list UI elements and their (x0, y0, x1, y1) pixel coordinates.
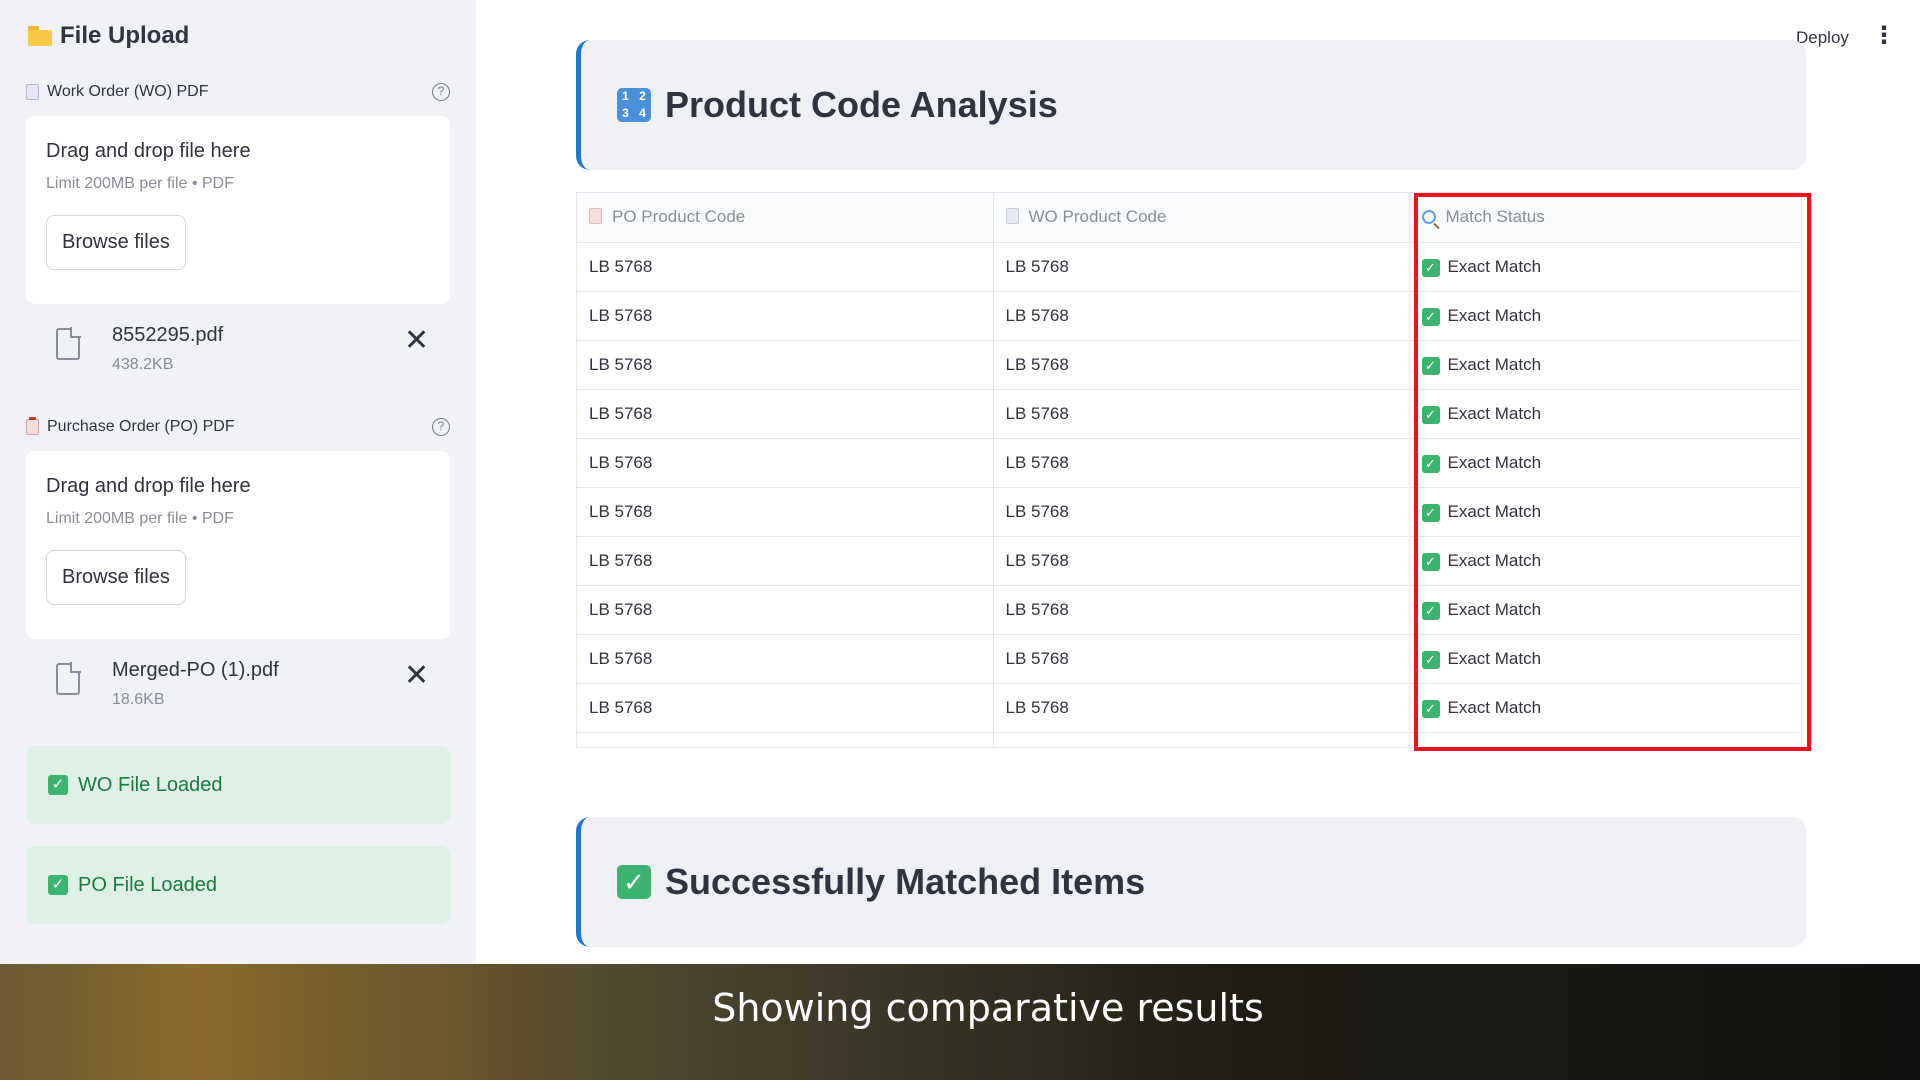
wo-code-cell[interactable]: LB 5768 (993, 389, 1410, 439)
wo-drop-limit: Limit 200MB per file • PDF (46, 175, 234, 192)
deploy-button[interactable]: Deploy (1796, 28, 1849, 48)
sidebar-title-text: File Upload (60, 22, 190, 49)
file-icon (56, 662, 81, 695)
check-icon: ✓ (48, 775, 68, 795)
wo-uploader: Work Order (WO) PDF ? Drag and drop file… (26, 80, 450, 394)
matched-header: ✓ Successfully Matched Items (576, 817, 1806, 947)
help-icon[interactable]: ? (432, 418, 450, 436)
sidebar-title: File Upload (28, 22, 189, 50)
po-code-cell[interactable]: LB 5768 (577, 536, 994, 586)
po-code-cell[interactable]: LB 5768 (577, 683, 994, 733)
wo-loaded-alert: ✓ WO File Loaded (26, 746, 450, 824)
po-remove-file-close-icon[interactable]: ✕ (404, 661, 429, 691)
wo-drop-title: Drag and drop file here (46, 140, 251, 162)
po-label: Purchase Order (PO) PDF ? (26, 415, 450, 439)
po-code-cell[interactable]: LB 5768 (577, 585, 994, 635)
wo-dropzone[interactable]: Drag and drop file here Limit 200MB per … (26, 116, 450, 304)
po-dropzone[interactable]: Drag and drop file here Limit 200MB per … (26, 451, 450, 639)
wo-code-cell[interactable]: LB 5768 (993, 585, 1410, 635)
document-icon (1005, 208, 1019, 225)
check-icon: ✓ (617, 865, 651, 899)
po-code-cell[interactable]: LB 5768 (577, 634, 994, 684)
analysis-header: 1 2 3 4 Product Code Analysis (576, 40, 1806, 170)
check-icon: ✓ (48, 875, 68, 895)
wo-uploaded-file: 8552295.pdf 438.2KB ✕ (26, 304, 450, 394)
sidebar: File Upload Work Order (WO) PDF ? Drag a… (0, 0, 476, 964)
wo-file-size: 438.2KB (112, 356, 174, 373)
po-code-cell[interactable]: LB 5768 (577, 242, 994, 292)
po-code-cell[interactable]: LB 5768 (577, 438, 994, 488)
wo-code-cell[interactable] (993, 732, 1410, 747)
po-drop-limit: Limit 200MB per file • PDF (46, 510, 234, 527)
analysis-title: Product Code Analysis (665, 84, 1058, 125)
po-uploaded-file: Merged-PO (1).pdf 18.6KB ✕ (26, 639, 450, 729)
column-header-po[interactable]: PO Product Code (577, 193, 994, 243)
matched-title: Successfully Matched Items (665, 861, 1146, 902)
wo-code-cell[interactable]: LB 5768 (993, 291, 1410, 341)
wo-code-cell[interactable]: LB 5768 (993, 340, 1410, 390)
po-browse-button[interactable]: Browse files (46, 550, 186, 605)
numbers-icon: 1 2 3 4 (617, 88, 651, 122)
help-icon[interactable]: ? (432, 83, 450, 101)
folder-icon (28, 26, 52, 46)
po-code-cell[interactable]: LB 5768 (577, 487, 994, 537)
wo-file-name: 8552295.pdf (112, 324, 224, 346)
wo-code-cell[interactable]: LB 5768 (993, 438, 1410, 488)
po-uploader: Purchase Order (PO) PDF ? Drag and drop … (26, 415, 450, 729)
po-loaded-alert: ✓ PO File Loaded (26, 846, 450, 924)
po-label-text: Purchase Order (PO) PDF (47, 418, 235, 435)
wo-label: Work Order (WO) PDF ? (26, 80, 450, 104)
wo-label-text: Work Order (WO) PDF (47, 83, 209, 100)
numbers-icon-digit: 1 (622, 89, 629, 103)
column-header-wo[interactable]: WO Product Code (993, 193, 1410, 243)
po-code-cell[interactable]: LB 5768 (577, 291, 994, 341)
wo-code-cell[interactable]: LB 5768 (993, 242, 1410, 292)
wo-browse-button[interactable]: Browse files (46, 215, 186, 270)
clipboard-icon (26, 417, 39, 435)
document-icon (26, 84, 39, 100)
po-file-size: 18.6KB (112, 691, 165, 708)
po-code-cell[interactable]: LB 5768 (577, 389, 994, 439)
wo-loaded-text: WO File Loaded (78, 773, 223, 796)
numbers-icon-digit: 3 (622, 106, 629, 120)
po-code-cell[interactable]: LB 5768 (577, 340, 994, 390)
po-file-name: Merged-PO (1).pdf (112, 659, 279, 681)
wo-code-cell[interactable]: LB 5768 (993, 683, 1410, 733)
po-loaded-text: PO File Loaded (78, 873, 217, 896)
caption-bar: Showing comparative results (0, 964, 1920, 1080)
more-menu-icon[interactable]: ⋮ (1872, 24, 1896, 48)
numbers-icon-digit: 2 (639, 89, 646, 103)
po-drop-title: Drag and drop file here (46, 475, 251, 497)
wo-code-cell[interactable]: LB 5768 (993, 536, 1410, 586)
match-status-highlight-box (1414, 193, 1811, 751)
numbers-icon-digit: 4 (639, 106, 646, 120)
column-header-label: PO Product Code (612, 207, 746, 227)
po-code-cell[interactable] (577, 732, 994, 747)
wo-remove-file-close-icon[interactable]: ✕ (404, 326, 429, 356)
clipboard-icon (589, 208, 602, 225)
wo-code-cell[interactable]: LB 5768 (993, 487, 1410, 537)
column-header-label: WO Product Code (1028, 207, 1167, 227)
wo-code-cell[interactable]: LB 5768 (993, 634, 1410, 684)
caption-text: Showing comparative results (712, 986, 1264, 1030)
file-icon (56, 327, 81, 360)
